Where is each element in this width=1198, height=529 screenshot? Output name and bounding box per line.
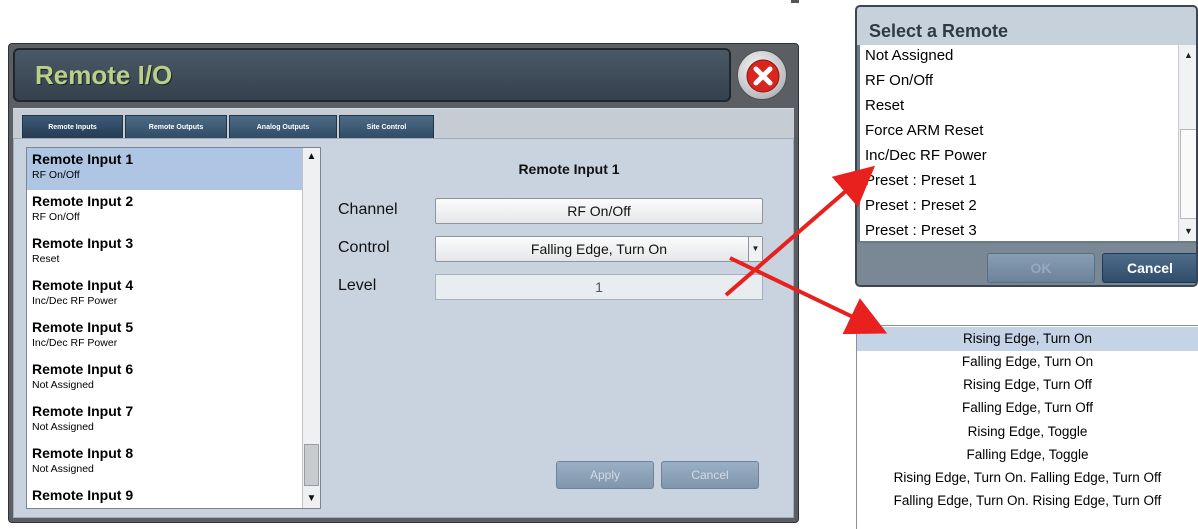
remote-option[interactable]: RF On/Off <box>865 72 933 89</box>
control-option[interactable]: Rising Edge, Turn On. Falling Edge, Turn… <box>857 466 1198 490</box>
window-title: Remote I/O <box>35 60 173 90</box>
remote-option-list: Not Assigned RF On/Off Reset Force ARM R… <box>860 45 1196 241</box>
list-item-remote-input-4[interactable]: Remote Input 4 Inc/Dec RF Power <box>27 274 302 316</box>
dialog-cancel-button[interactable]: Cancel <box>1102 253 1196 283</box>
list-item-assignment: Not Assigned <box>32 379 94 391</box>
control-option[interactable]: Rising Edge, Turn On <box>857 327 1198 351</box>
list-item-title: Remote Input 8 <box>32 445 134 461</box>
control-option[interactable]: Rising Edge, Toggle <box>857 420 1198 444</box>
list-item-remote-input-2[interactable]: Remote Input 2 RF On/Off <box>27 190 302 232</box>
dialog-title: Select a Remote <box>869 21 1009 41</box>
channel-button[interactable]: RF On/Off <box>435 198 763 224</box>
detail-title: Remote Input 1 <box>518 161 620 177</box>
cancel-button[interactable]: Cancel <box>661 461 759 489</box>
arrow-up-icon[interactable]: ▲ <box>303 148 320 166</box>
tab-remote-outputs[interactable]: Remote Outputs <box>125 115 227 139</box>
list-item-assignment: RF On/Off <box>32 211 80 223</box>
ok-button[interactable]: OK <box>987 253 1095 283</box>
scrollbar-thumb[interactable] <box>304 444 319 486</box>
remote-input-list: Remote Input 1 RF On/Off Remote Input 2 … <box>26 147 321 509</box>
list-item-remote-input-6[interactable]: Remote Input 6 Not Assigned <box>27 358 302 400</box>
remote-option[interactable]: Preset : Preset 2 <box>865 197 977 214</box>
select-remote-dialog: Select a Remote Not Assigned RF On/Off R… <box>855 5 1198 287</box>
level-field[interactable]: 1 <box>435 274 763 300</box>
list-item-assignment: Not Assigned <box>32 463 94 475</box>
tab-strip: Remote Inputs Remote Outputs Analog Outp… <box>13 108 794 139</box>
list-item-title: Remote Input 2 <box>32 193 134 209</box>
remote-option[interactable]: Inc/Dec RF Power <box>865 147 987 164</box>
remote-io-window: Remote I/O Remote Inputs Remote Outputs … <box>8 43 799 523</box>
control-dropdown[interactable]: Falling Edge, Turn On ▼ <box>435 236 763 262</box>
tab-site-control[interactable]: Site Control <box>339 115 434 139</box>
dialog-footer: OK Cancel <box>857 243 1196 285</box>
dialog-scrollbar[interactable]: ▲ ▼ <box>1178 45 1196 241</box>
list-item-title: Remote Input 7 <box>32 403 134 419</box>
list-item-remote-input-3[interactable]: Remote Input 3 Reset <box>27 232 302 274</box>
control-option[interactable]: Falling Edge, Turn On <box>857 350 1198 374</box>
list-item-remote-input-5[interactable]: Remote Input 5 Inc/Dec RF Power <box>27 316 302 358</box>
remote-option[interactable]: Not Assigned <box>865 47 953 64</box>
list-item-assignment: Inc/Dec RF Power <box>32 337 118 349</box>
remote-option[interactable]: Force ARM Reset <box>865 122 983 139</box>
list-item-remote-input-7[interactable]: Remote Input 7 Not Assigned <box>27 400 302 442</box>
control-option[interactable]: Falling Edge, Turn On. Rising Edge, Turn… <box>857 489 1198 513</box>
arrow-down-icon[interactable]: ▼ <box>303 490 320 508</box>
control-option[interactable]: Rising Edge, Turn Off <box>857 373 1198 397</box>
list-item-title: Remote Input 1 <box>32 151 134 167</box>
remote-option[interactable]: Reset <box>865 97 904 114</box>
arrow-down-icon[interactable]: ▼ <box>1179 223 1196 239</box>
remote-option[interactable]: Preset : Preset 3 <box>865 222 977 239</box>
arrow-up-icon[interactable]: ▲ <box>1179 47 1196 63</box>
tab-analog-outputs[interactable]: Analog Outputs <box>229 115 337 139</box>
scrollbar-thumb[interactable] <box>1180 129 1196 219</box>
channel-label: Channel <box>338 201 398 218</box>
level-label: Level <box>338 277 377 294</box>
apply-button[interactable]: Apply <box>556 461 654 489</box>
list-item-remote-input-1[interactable]: Remote Input 1 RF On/Off <box>27 148 302 190</box>
chevron-down-icon[interactable]: ▼ <box>748 237 762 261</box>
control-label: Control <box>338 239 390 256</box>
list-item-title: Remote Input 4 <box>32 277 134 293</box>
control-value: Falling Edge, Turn On <box>530 241 668 257</box>
close-icon <box>746 59 780 93</box>
list-item-title: Remote Input 9 <box>32 487 134 503</box>
list-item-assignment: Not Assigned <box>32 421 94 433</box>
list-item-remote-input-9[interactable]: Remote Input 9 <box>27 484 302 508</box>
dialog-header: Select a Remote <box>857 7 1196 45</box>
title-bar: Remote I/O <box>13 48 731 102</box>
control-options-list: Rising Edge, Turn On Falling Edge, Turn … <box>856 325 1198 529</box>
list-item-title: Remote Input 5 <box>32 319 134 335</box>
close-button[interactable] <box>737 50 787 100</box>
tab-panel: Remote Input 1 RF On/Off Remote Input 2 … <box>13 138 794 518</box>
list-item-remote-input-8[interactable]: Remote Input 8 Not Assigned <box>27 442 302 484</box>
top-edge-mark <box>791 0 799 3</box>
control-option[interactable]: Falling Edge, Toggle <box>857 443 1198 467</box>
list-item-title: Remote Input 6 <box>32 361 134 377</box>
list-item-assignment: RF On/Off <box>32 169 80 181</box>
list-scrollbar[interactable]: ▲ ▼ <box>302 148 320 508</box>
list-item-title: Remote Input 3 <box>32 235 134 251</box>
remote-option[interactable]: Preset : Preset 1 <box>865 172 977 189</box>
list-item-assignment: Inc/Dec RF Power <box>32 295 118 307</box>
control-option[interactable]: Falling Edge, Turn Off <box>857 396 1198 420</box>
tab-remote-inputs[interactable]: Remote Inputs <box>22 115 123 139</box>
list-item-assignment: Reset <box>32 253 60 265</box>
